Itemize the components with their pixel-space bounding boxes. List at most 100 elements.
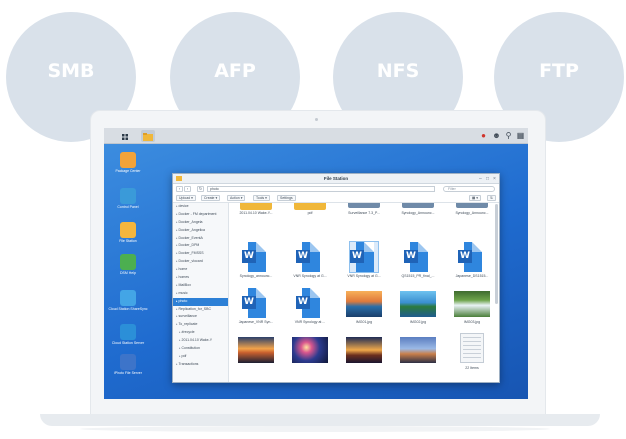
tree-item[interactable]: ▸2011.04.10 Wake-Y: [173, 337, 228, 345]
word-file[interactable]: W VNR Synology at G...: [339, 237, 389, 283]
folder-item[interactable]: Surveillance 7.3_P...: [339, 203, 389, 237]
expand-arrow-icon[interactable]: ▸: [176, 259, 178, 263]
expand-arrow-icon[interactable]: ▸: [176, 204, 178, 208]
notification-icon[interactable]: ●: [479, 131, 488, 140]
window-titlebar[interactable]: File Station – □ ×: [173, 174, 499, 184]
desktop-shortcut[interactable]: Package Center: [108, 152, 148, 173]
expand-arrow-icon[interactable]: ▸: [176, 291, 178, 295]
tree-item[interactable]: ▸homes: [173, 274, 228, 282]
tools-button[interactable]: Tools ▾: [253, 195, 270, 201]
search-icon[interactable]: ⚲: [504, 131, 513, 140]
expand-arrow-icon[interactable]: ▸: [176, 228, 178, 232]
tree-item[interactable]: ▸photo: [173, 297, 228, 306]
file-name: Japanese_VNR Syn...: [238, 320, 274, 324]
folder-item[interactable]: pdf: [285, 203, 335, 237]
sort-button[interactable]: ⇅: [487, 195, 496, 201]
word-logo: W: [404, 250, 418, 263]
action-button[interactable]: Action ▾: [227, 195, 246, 201]
tree-item[interactable]: ▸Transactions: [173, 361, 228, 369]
tree-item[interactable]: ▸home: [173, 266, 228, 274]
help-icon: [120, 254, 136, 270]
desktop-shortcut[interactable]: iPhoto File Server: [108, 354, 148, 375]
folder-item[interactable]: Synology_Announc...: [393, 203, 443, 237]
expand-arrow-icon[interactable]: ▸: [176, 251, 178, 255]
minimize-icon[interactable]: –: [479, 177, 483, 182]
folder-item[interactable]: 2011.04.10 Wake-Y...: [231, 203, 281, 237]
expand-arrow-icon[interactable]: ▸: [176, 212, 178, 216]
expand-arrow-icon[interactable]: ▸: [176, 243, 178, 247]
desktop-shortcut-label: Cloud Station ShareSync: [108, 307, 148, 311]
expand-arrow-icon[interactable]: ▸: [179, 354, 181, 358]
expand-arrow-icon[interactable]: ▸: [176, 267, 178, 271]
desktop-shortcut[interactable]: Cloud Station ShareSync: [108, 290, 148, 311]
image-file[interactable]: [231, 329, 281, 375]
tree-item[interactable]: ▸pdf: [173, 353, 228, 361]
image-file[interactable]: IMG02.jpg: [393, 283, 443, 329]
create-button[interactable]: Create ▾: [201, 195, 221, 201]
expand-arrow-icon[interactable]: ▸: [176, 362, 178, 366]
word-file[interactable]: W Synology_announc...: [231, 237, 281, 283]
expand-arrow-icon[interactable]: ▸: [176, 322, 178, 326]
refresh-button[interactable]: ↻: [197, 186, 204, 192]
desktop-shortcut[interactable]: DSM Help: [108, 254, 148, 275]
expand-arrow-icon[interactable]: ▸: [176, 314, 178, 318]
expand-arrow-icon[interactable]: ▸: [179, 338, 181, 342]
back-button[interactable]: ‹: [176, 186, 183, 192]
folder-item[interactable]: Synology_Announc...: [447, 203, 493, 237]
image-file[interactable]: [285, 329, 335, 375]
user-icon[interactable]: ☻: [492, 131, 501, 140]
image-file[interactable]: [339, 329, 389, 375]
image-file[interactable]: IMG03.jpg: [447, 283, 493, 329]
scrollbar[interactable]: [495, 204, 498, 304]
word-file[interactable]: W VNR Synology at ...: [285, 283, 335, 329]
word-file[interactable]: W Japanese_DS1515...: [447, 237, 493, 283]
tree-item[interactable]: ▸music: [173, 290, 228, 298]
expand-arrow-icon[interactable]: ▸: [176, 236, 178, 240]
tree-item[interactable]: ▸Docker_Angela: [173, 219, 228, 227]
tree-item[interactable]: ▸MailBox: [173, 282, 228, 290]
tree-item[interactable]: ▸Docker_DPM: [173, 242, 228, 250]
forward-button[interactable]: ›: [184, 186, 191, 192]
photo-thumbnail: [238, 337, 274, 363]
word-file[interactable]: W Japanese_VNR Syn...: [231, 283, 281, 329]
expand-arrow-icon[interactable]: ▸: [176, 299, 178, 303]
desktop-shortcut[interactable]: Control Panel: [108, 188, 148, 209]
tree-item[interactable]: ▸Docker - FM department: [173, 211, 228, 219]
image-file[interactable]: IMG01.jpg: [339, 283, 389, 329]
expand-arrow-icon[interactable]: ▸: [179, 330, 181, 334]
word-logo: W: [458, 250, 472, 263]
tree-item[interactable]: ▸Constitution: [173, 345, 228, 353]
text-file[interactable]: 22 Items: [447, 329, 493, 375]
tree-item[interactable]: ▸Docker_vlocard: [173, 258, 228, 266]
image-file[interactable]: [393, 329, 443, 375]
expand-arrow-icon[interactable]: ▸: [176, 220, 178, 224]
tree-item[interactable]: ▸Docker_FMSSS: [173, 250, 228, 258]
expand-arrow-icon[interactable]: ▸: [179, 346, 181, 350]
tree-item[interactable]: ▸#recycle: [173, 329, 228, 337]
filter-input[interactable]: Filter: [443, 186, 495, 192]
desktop-shortcut[interactable]: Cloud Station Server: [108, 324, 148, 345]
tree-item[interactable]: ▸Docker_EventA: [173, 235, 228, 243]
path-field[interactable]: photo: [207, 186, 435, 192]
word-file[interactable]: W VNR Synology at G...: [285, 237, 335, 283]
tree-item[interactable]: ▸Docker_Angelica: [173, 227, 228, 235]
view-mode-button[interactable]: ▦ ▾: [469, 195, 482, 201]
tree-item[interactable]: ▸device: [173, 203, 228, 211]
tree-item[interactable]: ▸surveillance: [173, 313, 228, 321]
file-station-taskbar-button[interactable]: [141, 130, 155, 142]
settings-button[interactable]: Settings: [277, 195, 296, 201]
expand-arrow-icon[interactable]: ▸: [176, 307, 178, 311]
word-doc-icon: W: [242, 242, 270, 272]
word-doc-icon: W: [349, 241, 379, 273]
desktop-shortcut[interactable]: File Station: [108, 222, 148, 243]
upload-button[interactable]: Upload ▾: [176, 195, 196, 201]
close-icon[interactable]: ×: [493, 177, 497, 182]
word-file[interactable]: W QS1515_PR_final_...: [393, 237, 443, 283]
maximize-icon[interactable]: □: [486, 177, 490, 182]
widgets-icon[interactable]: ▦: [516, 131, 525, 140]
tree-item[interactable]: ▸Replication_for_SBC: [173, 306, 228, 314]
main-menu-button[interactable]: [118, 130, 132, 142]
tree-item[interactable]: ▸To_replicate: [173, 321, 228, 329]
expand-arrow-icon[interactable]: ▸: [176, 275, 178, 279]
expand-arrow-icon[interactable]: ▸: [176, 283, 178, 287]
